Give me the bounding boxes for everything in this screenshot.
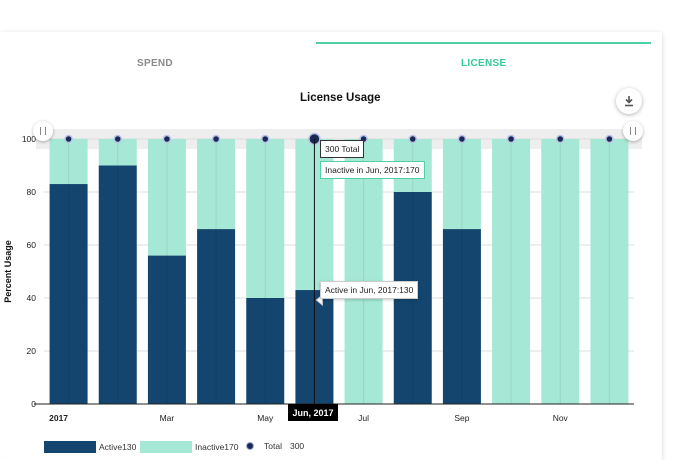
drag-handle-icon bbox=[40, 127, 46, 135]
y-tick-label: 80 bbox=[27, 187, 37, 197]
legend-active-label: Active bbox=[99, 442, 123, 452]
license-usage-chart: 0204060801002017 Mar May Jul Sep NovPercent U… bbox=[3, 129, 642, 423]
total-point bbox=[408, 134, 417, 144]
legend-total-value: 300 bbox=[289, 441, 305, 451]
x-tick-label: May bbox=[257, 413, 274, 423]
legend-active[interactable]: Active 130 bbox=[44, 441, 136, 453]
legend-active-swatch bbox=[44, 441, 96, 453]
tooltip-total: 300 Total bbox=[320, 140, 365, 158]
total-point bbox=[211, 134, 221, 144]
drag-handle-icon bbox=[630, 127, 636, 135]
legend-inactive-label: Inactive bbox=[195, 442, 225, 452]
legend-total-label: Total bbox=[264, 441, 282, 451]
x-tick-label: Jul bbox=[358, 413, 369, 423]
range-slider-right-handle[interactable] bbox=[623, 121, 643, 141]
legend-inactive-swatch bbox=[140, 441, 192, 453]
x-tick-label: Mar bbox=[160, 413, 175, 423]
legend-total[interactable]: Total 300 bbox=[242, 441, 304, 451]
total-point bbox=[64, 134, 73, 144]
total-point bbox=[113, 134, 122, 144]
total-point bbox=[261, 134, 270, 144]
y-tick-label: 60 bbox=[27, 240, 37, 250]
tooltip-active: Active in Jun, 2017:130 bbox=[320, 281, 419, 299]
total-point bbox=[506, 134, 516, 144]
y-tick-label: 20 bbox=[27, 346, 37, 356]
legend-active-value: 130 bbox=[122, 442, 137, 452]
tooltip-inactive: Inactive in Jun, 2017:170 bbox=[320, 161, 425, 179]
total-point bbox=[162, 134, 172, 144]
x-tick-label: Nov bbox=[553, 413, 569, 423]
x-axis-hover-label: Jun, 2017 bbox=[288, 404, 338, 421]
x-tick-label: Sep bbox=[454, 413, 469, 423]
legend-inactive[interactable]: Inactive 170 bbox=[140, 441, 238, 453]
y-axis-label: Percent Usage bbox=[3, 240, 13, 303]
total-point bbox=[605, 134, 614, 144]
legend-inactive-value: 170 bbox=[224, 442, 239, 452]
legend-total-marker bbox=[246, 442, 254, 450]
x-tick-label: 2017 bbox=[49, 413, 68, 423]
total-point bbox=[556, 134, 565, 144]
total-point bbox=[457, 134, 467, 144]
y-tick-label: 40 bbox=[27, 293, 37, 303]
range-slider-left-handle[interactable] bbox=[33, 121, 53, 141]
